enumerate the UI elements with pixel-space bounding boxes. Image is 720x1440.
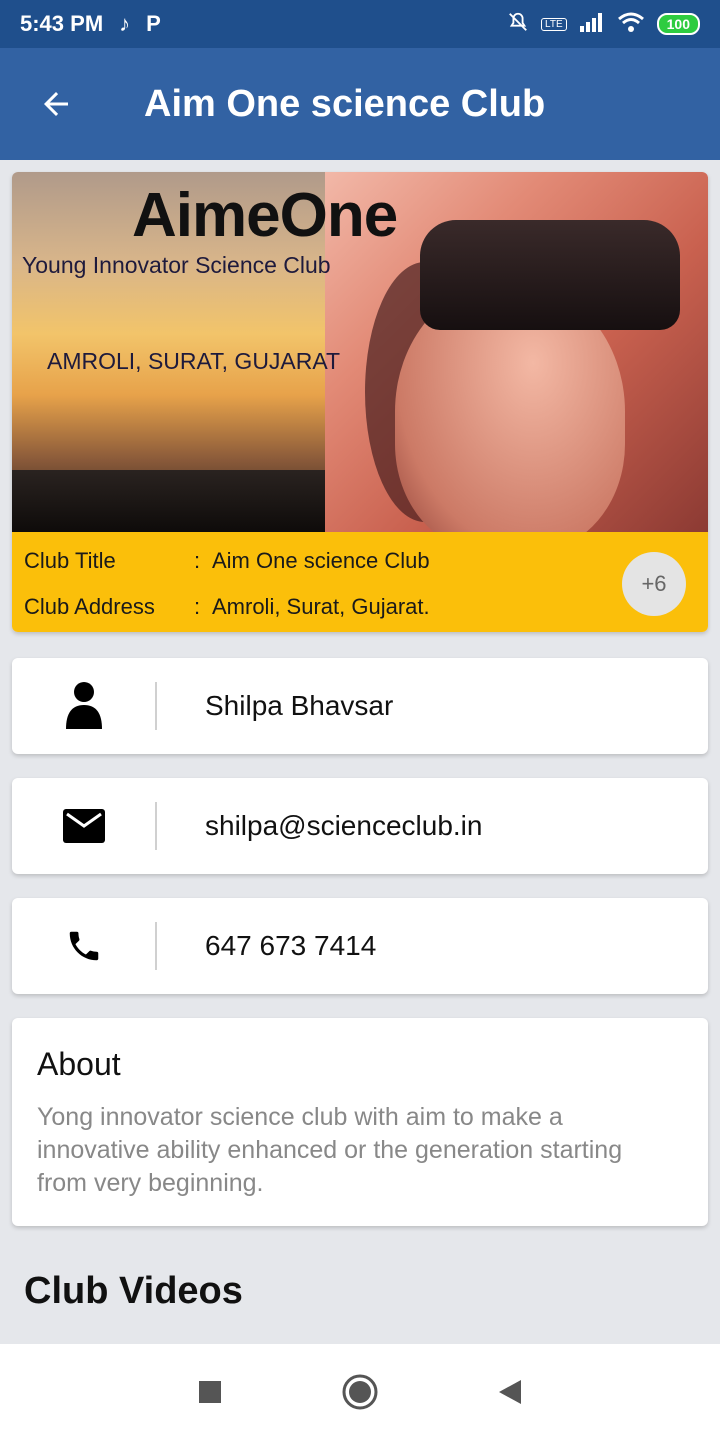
mute-icon [507, 11, 529, 38]
status-time: 5:43 PM [20, 11, 104, 36]
battery-icon: 100 [656, 13, 700, 35]
contact-name: Shilpa Bhavsar [205, 690, 394, 721]
app-bar: Aim One science Club [0, 48, 720, 160]
club-title-row: Club Title : Aim One science Club [24, 548, 430, 574]
club-hero-card: AimeOne Young Innovator Science Club AMR… [12, 172, 708, 632]
tiktok-icon: ♪ [119, 11, 131, 36]
status-bar: 5:43 PM ♪ P LTE 100 [0, 0, 720, 48]
volte-icon: LTE [541, 17, 567, 31]
club-videos-heading: Club Videos [24, 1270, 243, 1312]
club-address-label: Club Address [24, 594, 155, 619]
club-address-row: Club Address : Amroli, Surat, Gujarat. [24, 594, 430, 620]
club-address-value: Amroli, Surat, Gujarat. [212, 594, 430, 619]
system-nav-bar [0, 1344, 720, 1440]
banner-brand-name: AimeOne [132, 181, 398, 250]
banner-location: AMROLI, SURAT, GUJARAT [47, 348, 341, 374]
wifi-icon [617, 11, 645, 38]
about-text: Yong innovator science club with aim to … [37, 1103, 623, 1197]
circle-icon [342, 1374, 378, 1410]
triangle-back-icon [499, 1380, 521, 1404]
divider [155, 922, 157, 970]
home-button[interactable] [340, 1372, 380, 1412]
person-icon [12, 681, 155, 731]
page-title: Aim One science Club [144, 82, 546, 125]
contact-email-card[interactable]: shilpa@scienceclub.in [12, 778, 708, 874]
phone-icon [12, 927, 155, 965]
back-button[interactable] [28, 76, 84, 132]
separator: : [194, 594, 201, 619]
parking-icon: P [146, 11, 161, 36]
square-icon [199, 1381, 221, 1403]
club-title-value: Aim One science Club [212, 548, 430, 573]
divider [155, 682, 157, 730]
contact-name-card[interactable]: Shilpa Bhavsar [12, 658, 708, 754]
signal-icon [579, 12, 605, 37]
separator: : [194, 548, 201, 573]
contact-phone: 647 673 7414 [205, 930, 377, 961]
banner-subtitle: Young Innovator Science Club [22, 252, 331, 278]
back-nav-button[interactable] [490, 1372, 530, 1412]
recents-button[interactable] [190, 1372, 230, 1412]
email-icon [12, 809, 155, 843]
club-title-label: Club Title [24, 548, 116, 573]
arrow-left-icon [44, 92, 68, 116]
about-title: About [37, 1046, 121, 1082]
about-card: About Yong innovator science club with a… [12, 1018, 708, 1226]
divider [155, 802, 157, 850]
contact-email: shilpa@scienceclub.in [205, 810, 483, 841]
club-info-strip: Club Title : Aim One science Club Club A… [12, 532, 708, 632]
contact-phone-card[interactable]: 647 673 7414 [12, 898, 708, 994]
more-members-badge[interactable]: +6 [622, 552, 686, 616]
